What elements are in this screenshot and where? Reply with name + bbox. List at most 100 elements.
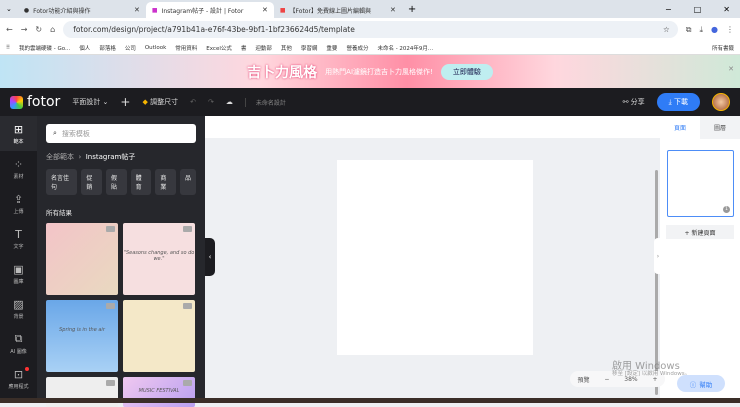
url-text: fotor.com/design/project/a791b41a-e76f-4… — [73, 25, 355, 34]
resize-label: 調整尺寸 — [150, 98, 179, 106]
close-tab-icon[interactable]: ✕ — [262, 6, 268, 14]
extensions-icon[interactable]: ⧉ — [686, 25, 692, 35]
help-button[interactable]: ⓘ 幫助 — [677, 375, 725, 392]
rail-item-photos[interactable]: ▣ 圖庫 — [0, 256, 37, 291]
minimize-icon[interactable]: − — [665, 5, 672, 14]
premium-crown-icon — [106, 303, 115, 309]
forward-icon[interactable]: → — [21, 25, 28, 34]
apps-icon[interactable]: ⠿ — [6, 45, 10, 51]
browser-tabbar: ⌄ ● Fotor功能介紹與操作 ✕ ■ Instagram帖子 - 設計 | Fot… — [0, 0, 740, 18]
download-icon[interactable]: ⤓ — [699, 25, 703, 35]
reload-icon[interactable]: ↻ — [35, 25, 42, 34]
rail-label: 文字 — [13, 243, 24, 250]
collapse-panel-button[interactable]: ‹ — [205, 238, 215, 276]
resize-button[interactable]: ◆ 調整尺寸 — [142, 97, 178, 107]
breadcrumb-root[interactable]: 全部範本 — [46, 153, 74, 161]
bookmark[interactable]: 學習網 — [301, 44, 318, 52]
url-input[interactable]: fotor.com/design/project/a791b41a-e76f-4… — [63, 21, 678, 38]
promo-banner[interactable]: 吉卜力風格 用熱門AI濾鏡打造吉卜力風格傑作! 立即體驗 ✕ — [0, 55, 740, 88]
design-type-dropdown[interactable]: 平面設計 ⌄ — [72, 97, 108, 107]
preview-button[interactable]: 預覽 — [577, 375, 589, 384]
rail-item-background[interactable]: ▨ 背景 — [0, 291, 37, 326]
banner-title: 吉卜力風格 — [247, 64, 318, 81]
artboard[interactable] — [337, 160, 533, 355]
bookmark[interactable]: Excel公式 — [206, 44, 232, 52]
tab-title: 【Fotor】免費線上圖片編輯與 — [289, 7, 371, 15]
new-page-button[interactable]: + 新建頁面 — [666, 225, 734, 239]
thumbnail-text: "Seasons change, and so do we." — [123, 250, 195, 263]
category-chip[interactable]: 假貼 — [105, 169, 127, 195]
favicon-icon: ■ — [279, 6, 286, 14]
document-name[interactable]: 未命名設計 — [244, 97, 286, 107]
close-tab-icon[interactable]: ✕ — [134, 6, 140, 14]
bookmark[interactable]: 營養成分 — [346, 44, 368, 52]
category-chip[interactable]: 體育 — [130, 169, 152, 195]
background-icon: ▨ — [13, 297, 24, 311]
bookmark[interactable]: 個人 — [79, 44, 90, 52]
all-bookmarks[interactable]: 所有書籤 — [712, 44, 734, 52]
category-chip[interactable]: 商業 — [155, 169, 176, 195]
new-tab-button[interactable]: + — [402, 4, 422, 15]
bookmark[interactable]: 未命名 - 2024年9月... — [377, 44, 433, 52]
template-thumbnail[interactable] — [123, 300, 195, 372]
maximize-icon[interactable]: □ — [694, 5, 702, 14]
bookmark-star-icon[interactable]: ☆ — [663, 25, 678, 34]
bookmark[interactable]: 書 — [241, 44, 247, 52]
add-icon[interactable]: + — [120, 95, 130, 109]
home-icon[interactable]: ⌂ — [50, 25, 55, 34]
redo-icon[interactable]: ↷ — [208, 98, 214, 106]
bookmark[interactable]: 迎動部 — [255, 44, 272, 52]
category-chip[interactable]: 促銷 — [81, 169, 102, 195]
user-avatar[interactable] — [712, 93, 730, 111]
browser-tab[interactable]: ● Fotor功能介紹與操作 ✕ — [18, 2, 146, 18]
profile-avatar[interactable]: ● — [711, 25, 718, 34]
close-banner-icon[interactable]: ✕ — [728, 65, 734, 73]
rail-item-upload[interactable]: ⇪ 上傳 — [0, 186, 37, 221]
bookmark[interactable]: Outlook — [145, 45, 166, 51]
bookmark[interactable]: 其他 — [281, 44, 292, 52]
text-icon: T — [15, 227, 22, 241]
back-icon[interactable]: ← — [6, 25, 13, 34]
rail-item-templates[interactable]: ⊞ 範本 — [0, 116, 37, 151]
fotor-logo[interactable]: fotor — [10, 94, 60, 110]
bookmark[interactable]: 我的雲端硬碟 - Go... — [19, 44, 70, 52]
taskbar — [0, 398, 740, 403]
page-number-badge: 1 — [723, 206, 730, 213]
rail-item-text[interactable]: T 文字 — [0, 221, 37, 256]
browser-tab-active[interactable]: ■ Instagram帖子 - 設計 | Fotor ✕ — [145, 2, 274, 18]
expand-right-panel-button[interactable]: › — [654, 238, 662, 274]
template-thumbnail[interactable]: Spring is in the air — [46, 300, 118, 372]
page-thumbnail[interactable]: 1 — [667, 150, 734, 217]
browser-tab[interactable]: ■ 【Fotor】免費線上圖片編輯與 ✕ — [274, 2, 402, 18]
share-button[interactable]: ⚯ 分享 — [623, 97, 645, 107]
help-icon: ⓘ — [689, 380, 697, 389]
close-window-icon[interactable]: ✕ — [723, 5, 730, 14]
tab-title: Instagram帖子 - 設計 | Fotor — [161, 7, 244, 15]
bookmark[interactable]: 重要 — [326, 44, 337, 52]
template-search-input[interactable]: ⌕ 搜索模板 — [46, 124, 196, 143]
rail-item-elements[interactable]: ⁘ 素材 — [0, 151, 37, 186]
zoom-out-button[interactable]: − — [604, 376, 609, 383]
cloud-save-icon[interactable]: ☁ — [226, 98, 233, 106]
banner-cta-button[interactable]: 立即體驗 — [440, 63, 493, 80]
tab-pages[interactable]: 頁面 — [660, 116, 700, 139]
tab-layers[interactable]: 圖層 — [700, 116, 740, 139]
undo-icon[interactable]: ↶ — [190, 98, 196, 106]
rail-item-ai-image[interactable]: ⧉ AI 圖像 — [0, 326, 37, 361]
share-label: 分享 — [630, 98, 645, 106]
tab-list-icon[interactable]: ⌄ — [0, 5, 18, 13]
bookmark[interactable]: 部落格 — [99, 44, 116, 52]
template-thumbnail[interactable] — [46, 223, 118, 295]
category-chip[interactable]: 名言佳句 — [46, 169, 78, 195]
download-button[interactable]: ⤓ 下載 — [656, 93, 700, 111]
menu-icon[interactable]: ⋮ — [726, 25, 734, 34]
category-chip[interactable]: 品 — [180, 169, 197, 195]
banner-subtitle: 用熱門AI濾鏡打造吉卜力風格傑作! — [325, 67, 433, 76]
close-tab-icon[interactable]: ✕ — [390, 6, 396, 14]
premium-crown-icon — [106, 380, 115, 386]
bookmark[interactable]: 常用資料 — [175, 44, 197, 52]
template-thumbnail[interactable]: "Seasons change, and so do we." — [123, 223, 195, 295]
favicon-icon: ■ — [151, 6, 158, 14]
bookmark[interactable]: 公司 — [125, 44, 136, 52]
rail-item-apps[interactable]: ⊡ 應用程式 — [0, 361, 37, 396]
